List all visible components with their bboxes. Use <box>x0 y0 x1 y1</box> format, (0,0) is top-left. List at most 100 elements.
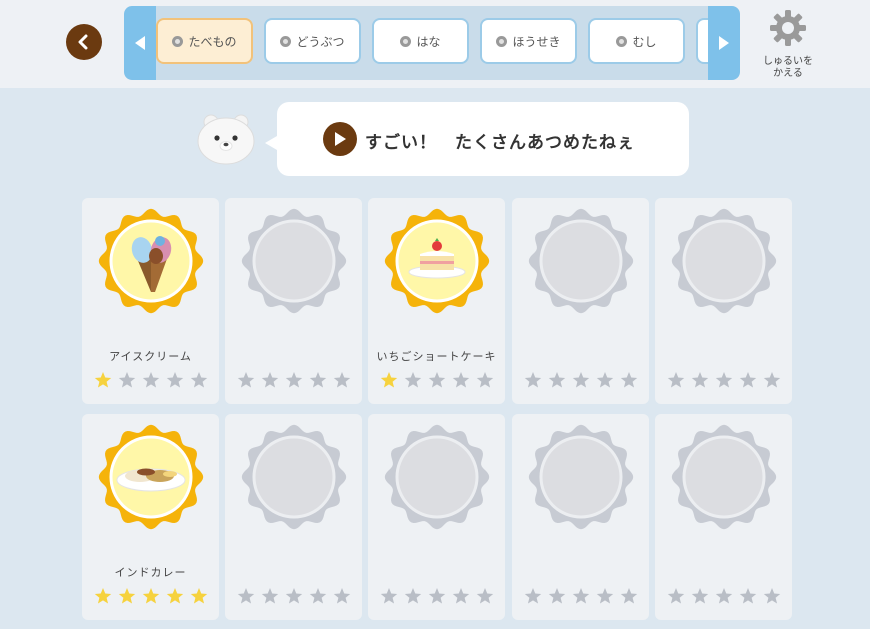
star-empty-icon <box>739 372 757 388</box>
gold-medal-badge <box>98 424 204 530</box>
star-rating <box>667 587 781 605</box>
tab-insects[interactable]: むし <box>588 18 685 64</box>
star-empty-icon <box>237 372 255 388</box>
message-text: すごい！ たくさんあつめたねぇ <box>365 133 635 153</box>
star-filled-icon <box>94 372 112 388</box>
star-filled-icon <box>142 588 160 604</box>
collected-item-card[interactable]: インドカレー <box>82 414 219 620</box>
star-empty-icon <box>763 588 781 604</box>
back-button[interactable] <box>66 24 102 60</box>
tab-label: むし <box>632 34 657 49</box>
chevron-left-icon <box>78 34 88 50</box>
star-empty-icon <box>452 588 470 604</box>
tab-animals[interactable]: どうぶつ <box>264 18 361 64</box>
tab-scroll-left-button[interactable] <box>124 6 156 80</box>
star-empty-icon <box>620 588 638 604</box>
change-category-button[interactable]: しゅるいを かえる <box>752 8 824 84</box>
tab-label: ほうせき <box>512 34 561 49</box>
star-rating <box>524 587 638 605</box>
star-empty-icon <box>452 372 470 388</box>
star-empty-icon <box>524 588 542 604</box>
tab-flowers[interactable]: はな <box>372 18 469 64</box>
tab-label: どうぶつ <box>296 34 345 49</box>
star-empty-icon <box>333 588 351 604</box>
star-rating <box>667 371 781 389</box>
collected-item-card[interactable]: いちごショートケーキ <box>368 198 505 404</box>
star-empty-icon <box>285 588 303 604</box>
star-empty-icon <box>548 588 566 604</box>
star-empty-icon <box>404 372 422 388</box>
play-audio-button[interactable] <box>323 122 357 156</box>
star-filled-icon <box>380 372 398 388</box>
locked-item-card[interactable] <box>368 414 505 620</box>
star-empty-icon <box>620 372 638 388</box>
star-rating <box>94 371 208 389</box>
star-filled-icon <box>94 588 112 604</box>
tab-label: たべもの <box>188 34 237 49</box>
play-icon <box>335 132 346 146</box>
star-empty-icon <box>261 588 279 604</box>
star-empty-icon <box>404 588 422 604</box>
locked-item-card[interactable] <box>512 198 649 404</box>
star-empty-icon <box>237 588 255 604</box>
arrow-left-icon <box>135 36 145 50</box>
star-empty-icon <box>548 372 566 388</box>
star-empty-icon <box>285 372 303 388</box>
star-empty-icon <box>309 588 327 604</box>
star-empty-icon <box>166 372 184 388</box>
curry-illustration <box>116 468 186 492</box>
item-name: アイスクリーム <box>109 350 192 363</box>
category-tab-strip: たべもの どうぶつ はな ほうせき むし <box>124 6 740 80</box>
gold-medal-badge <box>98 208 204 314</box>
star-empty-icon <box>380 588 398 604</box>
tab-food[interactable]: たべもの <box>156 18 253 64</box>
star-rating <box>237 587 351 605</box>
star-empty-icon <box>428 588 446 604</box>
star-empty-icon <box>691 588 709 604</box>
tab-gems[interactable]: ほうせき <box>480 18 577 64</box>
animal-icon <box>280 35 292 47</box>
change-category-label: しゅるいを かえる <box>763 56 813 79</box>
star-empty-icon <box>763 372 781 388</box>
star-rating <box>524 371 638 389</box>
star-empty-icon <box>476 588 494 604</box>
empty-medal-badge <box>528 424 634 530</box>
star-empty-icon <box>524 372 542 388</box>
star-empty-icon <box>118 372 136 388</box>
gear-icon <box>770 10 806 46</box>
locked-item-card[interactable] <box>225 414 362 620</box>
tab-scroll-right-button[interactable] <box>708 6 740 80</box>
top-bar: たべもの どうぶつ はな ほうせき むし しゅるいを かえる <box>0 0 870 88</box>
flower-icon <box>400 35 412 47</box>
star-empty-icon <box>715 588 733 604</box>
star-empty-icon <box>261 372 279 388</box>
star-empty-icon <box>476 372 494 388</box>
gem-icon <box>496 35 508 47</box>
star-empty-icon <box>596 588 614 604</box>
locked-item-card[interactable] <box>225 198 362 404</box>
star-empty-icon <box>691 372 709 388</box>
empty-medal-badge <box>241 424 347 530</box>
star-empty-icon <box>309 372 327 388</box>
star-rating <box>237 371 351 389</box>
star-rating <box>94 587 208 605</box>
empty-medal-badge <box>671 208 777 314</box>
empty-medal-badge <box>671 424 777 530</box>
star-empty-icon <box>190 372 208 388</box>
food-icon <box>172 35 184 47</box>
locked-item-card[interactable] <box>655 414 792 620</box>
star-empty-icon <box>739 588 757 604</box>
message-bubble: すごい！ たくさんあつめたねぇ <box>265 102 689 176</box>
collected-item-card[interactable]: アイスクリーム <box>82 198 219 404</box>
locked-item-card[interactable] <box>512 414 649 620</box>
star-empty-icon <box>667 588 685 604</box>
gold-medal-badge <box>384 208 490 314</box>
item-name: インドカレー <box>114 566 187 579</box>
locked-item-card[interactable] <box>655 198 792 404</box>
star-rating <box>380 587 494 605</box>
star-filled-icon <box>190 588 208 604</box>
star-filled-icon <box>166 588 184 604</box>
tab-label: はな <box>416 34 441 49</box>
star-empty-icon <box>333 372 351 388</box>
bear-mascot <box>197 114 255 165</box>
